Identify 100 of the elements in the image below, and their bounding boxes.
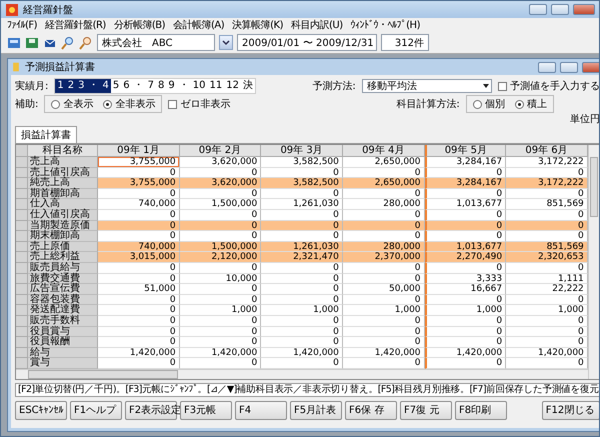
maximize-button[interactable]: [560, 62, 578, 72]
month-item[interactable]: 4: [100, 79, 111, 93]
zero-hide-checkbox[interactable]: ゼロ非表示: [168, 97, 230, 111]
table-cell: 51,000: [98, 284, 180, 295]
row-selector[interactable]: [16, 337, 28, 348]
column-header: 09年 4月: [342, 145, 425, 157]
function-key-button[interactable]: F7復 元: [400, 400, 452, 420]
row-selector[interactable]: [16, 157, 28, 168]
row-selector[interactable]: [16, 326, 28, 338]
table-cell: 0: [424, 358, 506, 369]
function-key-button[interactable]: F1ヘルプ: [70, 400, 122, 420]
row-selector[interactable]: [16, 231, 28, 242]
manual-input-checkbox[interactable]: 予測値を手入力する: [498, 79, 599, 93]
company-field[interactable]: 株式会社 ABC: [97, 34, 215, 51]
dropdown-button[interactable]: [219, 35, 233, 50]
save-icon[interactable]: [25, 36, 39, 50]
vertical-scrollbar[interactable]: [588, 145, 599, 379]
month-item[interactable]: 7: [146, 79, 156, 93]
month-item[interactable]: ・: [176, 79, 191, 93]
zoom-in-icon[interactable]: [61, 36, 75, 50]
row-selector[interactable]: [16, 220, 28, 232]
app-icon: [5, 2, 19, 16]
child-window-title: 予測損益計算書: [25, 60, 95, 74]
radio-option[interactable]: 全表示: [51, 97, 94, 111]
row-selector[interactable]: [16, 199, 28, 210]
month-item[interactable]: 5: [110, 79, 122, 93]
month-item[interactable]: 12: [224, 79, 241, 93]
row-selector[interactable]: [16, 348, 28, 358]
zoom-out-icon[interactable]: [79, 36, 93, 50]
row-selector[interactable]: [16, 294, 28, 306]
menu-item[interactable]: 分析帳簿(B): [114, 18, 165, 32]
table-cell: 3,582,500: [261, 178, 343, 189]
menu-item[interactable]: 決算帳簿(K): [232, 18, 284, 32]
function-key-button[interactable]: F8印刷: [455, 400, 507, 420]
close-button[interactable]: [582, 62, 599, 72]
row-selector[interactable]: [16, 188, 28, 200]
row-selector[interactable]: [16, 210, 28, 221]
tab[interactable]: 損益計算書: [15, 126, 77, 143]
scroll-thumb[interactable]: [590, 157, 598, 217]
function-key-button[interactable]: F4: [235, 400, 287, 420]
row-selector[interactable]: [16, 316, 28, 326]
function-key-button[interactable]: F12閉じる: [542, 400, 599, 420]
close-button[interactable]: [573, 4, 595, 15]
menu-item[interactable]: ﾌｧｲﾙ(F): [7, 19, 38, 31]
month-item[interactable]: ・: [132, 79, 146, 93]
row-selector[interactable]: [16, 358, 28, 369]
month-item[interactable]: 10: [190, 79, 208, 93]
row-selector[interactable]: [16, 262, 28, 274]
minimize-button[interactable]: [529, 4, 547, 15]
month-item[interactable]: 3: [76, 79, 86, 93]
month-item[interactable]: 6: [121, 79, 132, 93]
row-name-cell: 仕入値引戻高: [28, 210, 98, 221]
radio-option[interactable]: 個別: [472, 97, 505, 111]
month-item[interactable]: 決: [240, 79, 255, 93]
month-item[interactable]: ・: [86, 79, 100, 93]
calculator-icon[interactable]: [7, 36, 21, 50]
row-selector[interactable]: [16, 242, 28, 252]
function-key-button[interactable]: F3元帳: [180, 400, 232, 420]
function-key-button[interactable]: ESCｷｬﾝｾﾙ: [15, 400, 67, 420]
menu-item[interactable]: 会計帳簿(A): [173, 18, 224, 32]
table-cell: 3,284,167: [424, 157, 506, 168]
month-item[interactable]: 2: [66, 79, 76, 93]
table-cell: 0: [261, 231, 343, 242]
menu-item[interactable]: ｳｨﾝﾄﾞｳ・ﾍﾙﾌﾟ(H): [350, 19, 420, 31]
row-selector[interactable]: [16, 305, 28, 316]
table-cell: 0: [98, 210, 180, 221]
menu-item[interactable]: 経営羅針盤(R): [45, 18, 106, 32]
forecast-method-select[interactable]: 移動平均法: [362, 79, 492, 93]
row-selector[interactable]: [16, 274, 28, 284]
month-item[interactable]: 1: [55, 79, 66, 93]
scroll-thumb[interactable]: [28, 370, 178, 379]
radio-option[interactable]: 全非表示: [103, 97, 156, 111]
table-cell: 0: [261, 294, 343, 306]
aux-label: 補助:: [15, 98, 38, 111]
row-name-cell: 純売上高: [28, 178, 98, 189]
table-cell: 0: [261, 262, 343, 274]
row-name-cell: 広告宣伝費: [28, 284, 98, 295]
table-cell: 0: [261, 168, 343, 178]
month-item[interactable]: 8: [156, 79, 166, 93]
table-cell: 1,420,000: [506, 348, 588, 358]
table-cell: 0: [506, 316, 588, 326]
row-selector[interactable]: [16, 168, 28, 178]
horizontal-scrollbar[interactable]: [16, 368, 588, 379]
row-name-cell: 販売員給与: [28, 262, 98, 274]
function-key-button[interactable]: F5月計表: [290, 400, 342, 420]
function-key-button[interactable]: F6保 存: [345, 400, 397, 420]
table-cell: 2,320,653: [506, 252, 588, 263]
month-item[interactable]: 11: [207, 79, 224, 93]
table-cell: 0: [342, 358, 425, 369]
month-item[interactable]: 9: [166, 79, 177, 93]
period-field[interactable]: 2009/01/01 〜 2009/12/31: [237, 34, 377, 51]
menu-item[interactable]: 科目内訳(U): [291, 18, 343, 32]
row-selector[interactable]: [16, 284, 28, 295]
row-selector[interactable]: [16, 252, 28, 263]
minimize-button[interactable]: [538, 62, 556, 72]
radio-option[interactable]: 積上: [514, 97, 547, 111]
maximize-button[interactable]: [551, 4, 569, 15]
row-name-cell: 期末棚卸高: [28, 231, 98, 242]
row-selector[interactable]: [16, 178, 28, 189]
table-cell: 0: [506, 294, 588, 306]
